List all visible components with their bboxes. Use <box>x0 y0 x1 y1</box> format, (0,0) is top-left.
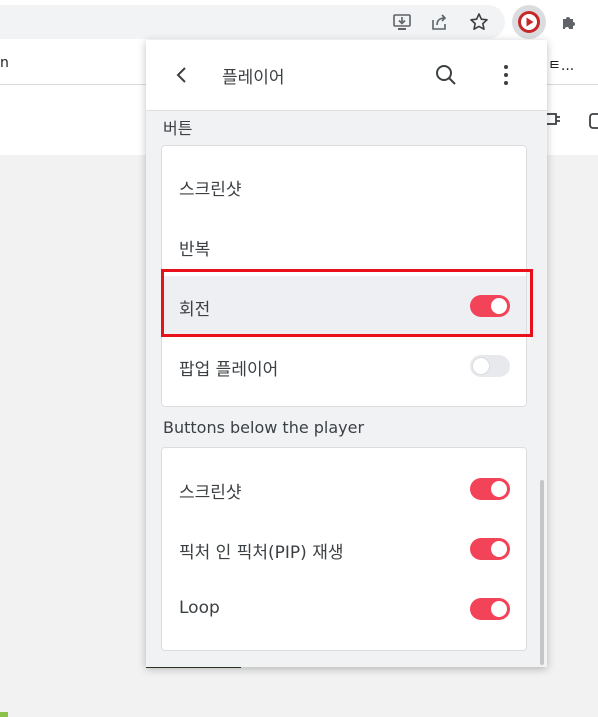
popup-player-toggle[interactable] <box>470 355 510 377</box>
row-label: Loop <box>179 598 220 618</box>
search-icon <box>436 65 456 85</box>
popup-scrollbar[interactable] <box>540 480 544 665</box>
list-item-screenshot[interactable]: 스크린샷 <box>162 156 526 216</box>
section-label-buttons: 버튼 <box>163 119 193 138</box>
list-item-repeat[interactable]: 반복 <box>162 216 526 276</box>
rotate-toggle[interactable] <box>470 295 510 317</box>
player-settings-popup: 플레이어 버튼 스크린샷 반복 회전 팝업 플레이어 Buttons below… <box>146 40 547 667</box>
row-label: 스크린샷 <box>179 180 242 200</box>
row-label: 픽처 인 픽처(PIP) 재생 <box>179 543 344 563</box>
install-icon[interactable] <box>388 8 416 36</box>
list-item-rotate[interactable]: 회전 <box>162 276 526 336</box>
list-item-loop[interactable]: Loop <box>162 579 526 639</box>
list-item-pip[interactable]: 픽처 인 픽처(PIP) 재생 <box>162 519 526 579</box>
chevron-left-icon <box>176 67 186 83</box>
bookmark-item[interactable]: n <box>0 55 9 71</box>
extensions-puzzle-icon[interactable] <box>556 8 584 36</box>
share-icon[interactable] <box>425 8 453 36</box>
row-label: 회전 <box>179 300 211 320</box>
list-item-popup-player[interactable]: 팝업 플레이어 <box>162 336 526 396</box>
more-vert-icon <box>504 65 508 85</box>
more-options-button[interactable] <box>492 61 520 89</box>
row-label: 스크린샷 <box>179 483 242 503</box>
bookmark-item[interactable]: ㅌ... <box>548 55 574 75</box>
buttons-card: 스크린샷 반복 회전 팝업 플레이어 <box>161 145 527 407</box>
player-extension-icon[interactable] <box>512 5 546 39</box>
page-decoration <box>0 712 8 717</box>
row-label: 팝업 플레이어 <box>179 360 279 380</box>
pip-toggle[interactable] <box>470 538 510 560</box>
search-button[interactable] <box>432 61 460 89</box>
popup-title: 플레이어 <box>222 68 285 88</box>
popup-header: 플레이어 <box>146 40 547 111</box>
toggle-knob <box>491 541 507 557</box>
loop-toggle[interactable] <box>470 598 510 620</box>
page-toolbar-icon[interactable] <box>588 112 598 132</box>
back-button[interactable] <box>168 61 196 89</box>
section-label-below-player: Buttons below the player <box>163 418 365 437</box>
toggle-knob <box>491 298 507 314</box>
toggle-knob <box>473 358 489 374</box>
below-player-card: 스크린샷 픽처 인 픽처(PIP) 재생 Loop <box>161 447 527 651</box>
row-label: 반복 <box>179 240 211 260</box>
toggle-knob <box>491 481 507 497</box>
screenshot-below-toggle[interactable] <box>470 478 510 500</box>
toggle-knob <box>491 601 507 617</box>
browser-toolbar <box>0 0 598 42</box>
star-icon[interactable] <box>465 8 493 36</box>
list-item-screenshot-below[interactable]: 스크린샷 <box>162 459 526 519</box>
